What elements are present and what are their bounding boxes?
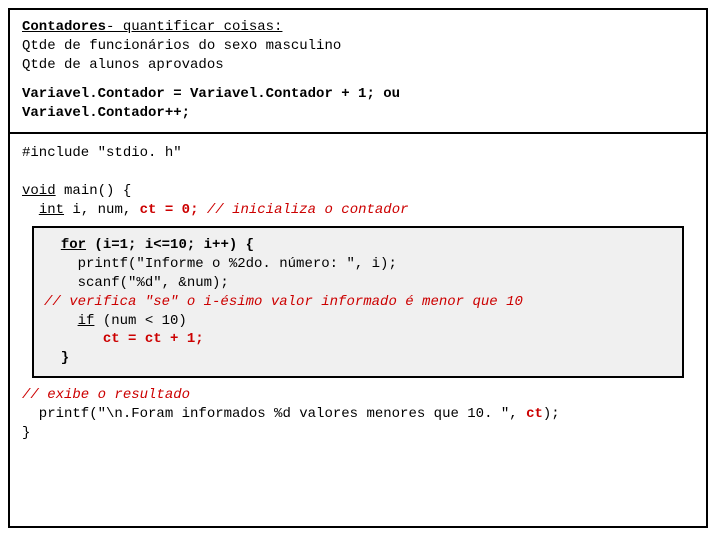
include-line: #include "stdio. h"	[22, 144, 694, 163]
code-panel: #include "stdio. h" void main() { int i,…	[10, 134, 706, 450]
spacer	[22, 75, 694, 85]
ou-label: ou	[383, 86, 400, 102]
printf-a: printf("\n.Foram informados %d valores m…	[22, 406, 526, 422]
main-rest: main() {	[56, 183, 132, 199]
scanf-line: scanf("%d", &num);	[44, 274, 672, 293]
example-line-1: Qtde de funcionários do sexo masculino	[22, 37, 694, 56]
kw-int: int	[39, 202, 64, 218]
loop-box: for (i=1; i<=10; i++) { printf("Informe …	[32, 226, 684, 378]
for-line: for (i=1; i<=10; i++) {	[44, 236, 672, 255]
expr-gap	[375, 86, 383, 102]
brace-close-main: }	[22, 424, 694, 443]
blank-1	[22, 163, 694, 182]
kw-for: for	[61, 237, 86, 253]
if-line: if (num < 10)	[44, 312, 672, 331]
incr-line: ct = ct + 1;	[44, 330, 672, 349]
incr-pad	[44, 331, 103, 347]
kw-if: if	[78, 313, 95, 329]
title-strong: Contadores	[22, 19, 106, 35]
if-pad	[44, 313, 78, 329]
printf-ct: ct	[526, 406, 543, 422]
printf-result-line: printf("\n.Foram informados %d valores m…	[22, 405, 694, 424]
ct-init: ct = 0;	[140, 202, 199, 218]
decl-pad	[22, 202, 39, 218]
expr1: Variavel.Contador = Variavel.Contador + …	[22, 86, 375, 102]
kw-void: void	[22, 183, 56, 199]
ct-incr: ct = ct + 1;	[103, 331, 204, 347]
check-comment: // verifica "se" o i-ésimo valor informa…	[44, 293, 672, 312]
example-line-2: Qtde de alunos aprovados	[22, 56, 694, 75]
slide-frame: Contadores- quantificar coisas: Qtde de …	[8, 8, 708, 528]
result-comment: // exibe o resultado	[22, 386, 694, 405]
decl-line: int i, num, ct = 0; // inicializa o cont…	[22, 201, 694, 220]
for-pad	[44, 237, 61, 253]
top-panel: Contadores- quantificar coisas: Qtde de …	[10, 10, 706, 134]
if-rest: (num < 10)	[94, 313, 186, 329]
brace-close-loop: }	[44, 349, 672, 368]
for-rest: (i=1; i<=10; i++) {	[86, 237, 254, 253]
decl-mid: i, num,	[64, 202, 140, 218]
main-line: void main() {	[22, 182, 694, 201]
title-rest: - quantificar coisas:	[106, 19, 282, 35]
printf-b: );	[543, 406, 560, 422]
expr-line-2: Variavel.Contador++;	[22, 104, 694, 123]
printf-line: printf("Informe o %2do. número: ", i);	[44, 255, 672, 274]
title-line: Contadores- quantificar coisas:	[22, 18, 694, 37]
expr-line-1: Variavel.Contador = Variavel.Contador + …	[22, 85, 694, 104]
init-comment: // inicializa o contador	[198, 202, 408, 218]
